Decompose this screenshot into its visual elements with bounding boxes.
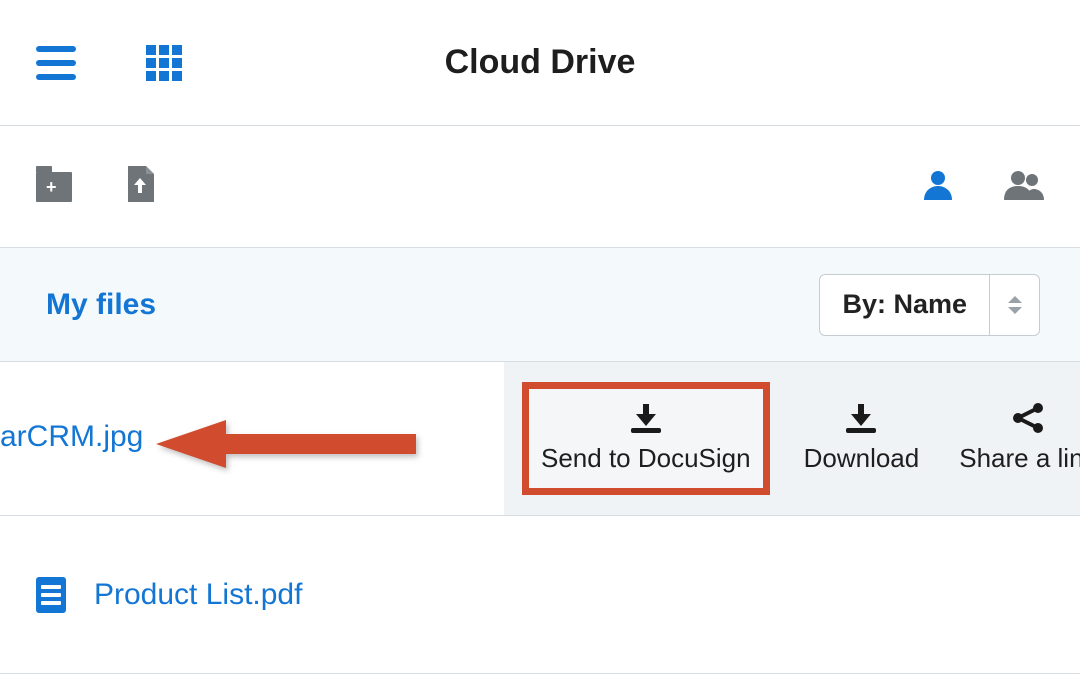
user-icon[interactable]	[922, 168, 954, 205]
app-grid-icon[interactable]	[146, 45, 182, 81]
file-name[interactable]: arCRM.jpg	[0, 420, 143, 454]
send-to-docusign-button[interactable]: Send to DocuSign	[522, 382, 770, 495]
chevron-up-icon	[1008, 296, 1022, 303]
action-label: Send to DocuSign	[541, 443, 751, 474]
action-label: Share a link	[959, 443, 1080, 474]
annotation-arrow	[156, 416, 416, 472]
new-folder-button[interactable]: +	[36, 172, 72, 202]
section-header: My files By: Name	[0, 248, 1080, 362]
chevron-down-icon	[1008, 307, 1022, 314]
menu-icon[interactable]	[36, 43, 82, 83]
action-label: Download	[804, 443, 920, 474]
file-row-selected[interactable]: arCRM.jpg Send to DocuSign Download	[0, 362, 1080, 516]
top-bar: Cloud Drive	[0, 0, 1080, 126]
group-icon[interactable]	[1004, 168, 1044, 205]
file-action-bar: Send to DocuSign Download Share a link	[504, 362, 1080, 515]
download-icon	[631, 403, 661, 433]
download-icon	[846, 403, 876, 433]
document-icon	[36, 577, 66, 613]
share-icon	[1011, 403, 1045, 433]
download-button[interactable]: Download	[798, 395, 926, 482]
share-link-button[interactable]: Share a link	[953, 395, 1080, 482]
toolbar: +	[0, 126, 1080, 248]
sort-stepper[interactable]	[989, 275, 1039, 335]
sort-label: By: Name	[820, 275, 989, 335]
sort-dropdown[interactable]: By: Name	[819, 274, 1040, 336]
file-name[interactable]: Product List.pdf	[94, 578, 302, 612]
page-title: Cloud Drive	[445, 43, 636, 82]
section-title: My files	[46, 288, 156, 322]
upload-file-button[interactable]	[126, 166, 154, 207]
file-row[interactable]: Product List.pdf	[0, 516, 1080, 674]
